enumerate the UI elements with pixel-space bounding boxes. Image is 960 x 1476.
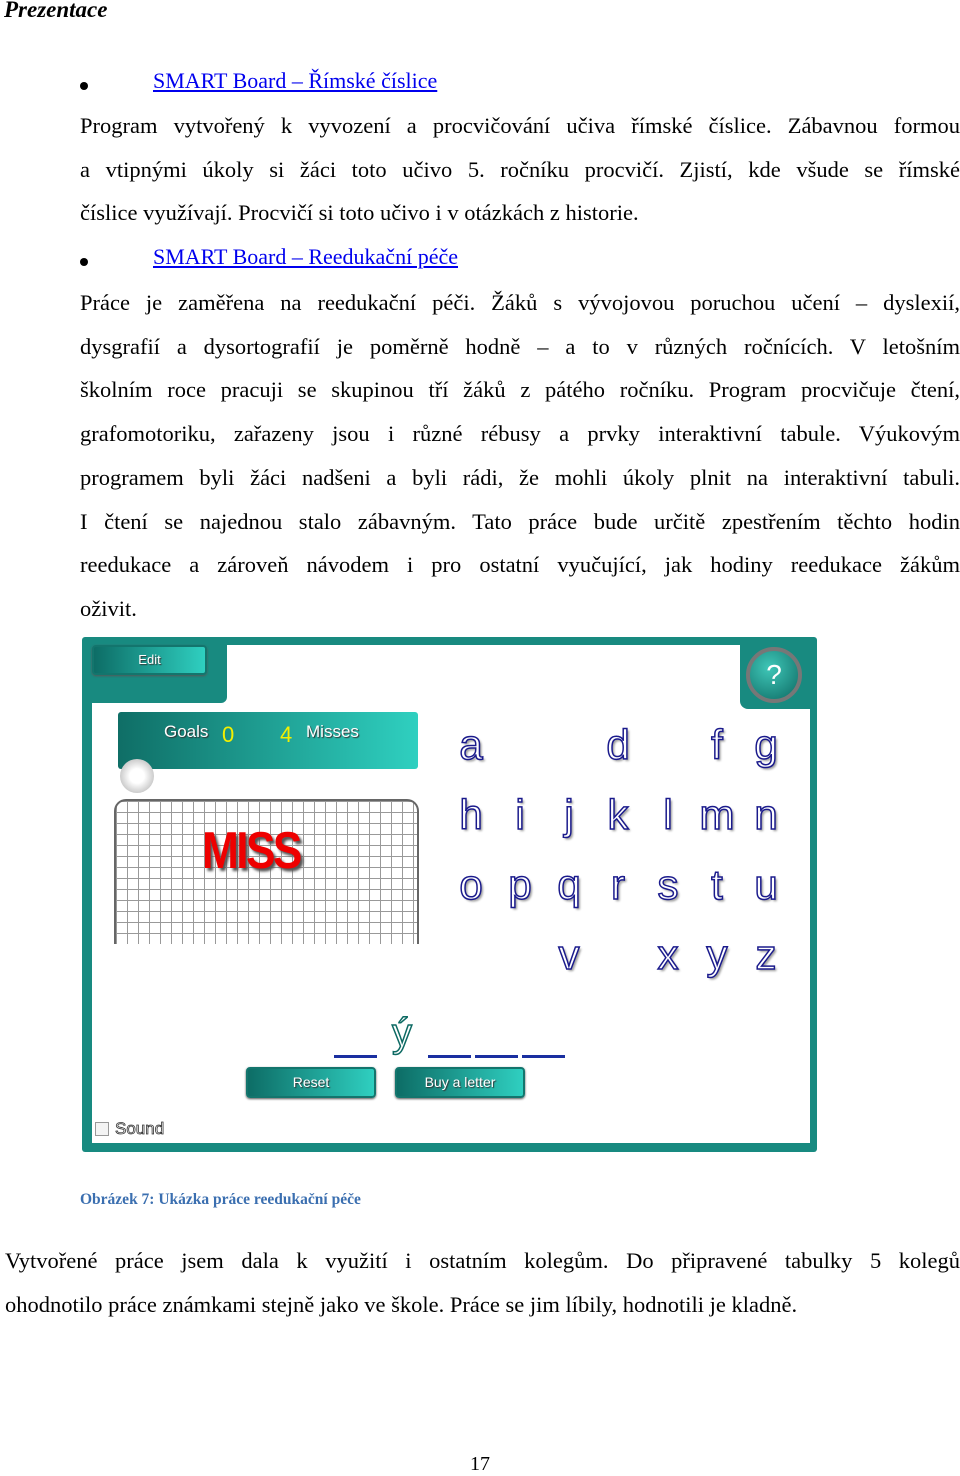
letter-key-g[interactable]: g	[746, 720, 786, 769]
letter-key-k[interactable]: k	[598, 790, 638, 839]
letter-key-z[interactable]: z	[746, 930, 786, 979]
letter-key-n[interactable]: n	[746, 790, 786, 839]
letter-key-a[interactable]: a	[451, 720, 491, 769]
letter-key-s[interactable]: s	[648, 860, 688, 909]
link-rimske-cislice[interactable]: SMART Board – Římské číslice	[153, 68, 437, 94]
revealed-letter: ý	[391, 1010, 413, 1056]
goals-count: 0	[222, 722, 235, 747]
paragraph-line: grafomotoriku, zařazeny jsou i různé réb…	[80, 421, 960, 447]
word-blank	[475, 1055, 518, 1058]
letter-key-t[interactable]: t	[697, 860, 737, 909]
paragraph-line: reedukace a zároveň návodem i pro ostatn…	[80, 552, 960, 578]
paragraph-line: školním roce pracuji se skupinou tří žák…	[80, 377, 960, 403]
edit-button[interactable]: Edit	[92, 645, 207, 675]
letter-key-j[interactable]: j	[549, 790, 589, 839]
paragraph-line: Vytvořené práce jsem dala k využití i os…	[5, 1248, 960, 1273]
misses-label: Misses	[306, 722, 359, 741]
paragraph-line: programem byli žáci nadšeni a byli rádi,…	[80, 464, 960, 490]
sound-label: Sound	[115, 1119, 165, 1139]
soccer-ball-icon	[120, 759, 154, 793]
miss-message: MISS	[202, 822, 302, 880]
paragraph-line: oživit.	[80, 595, 137, 621]
link-reedukacni-pece[interactable]: SMART Board – Reedukační péče	[153, 244, 458, 270]
paragraph-line: číslice využívají. Procvičí si toto učiv…	[80, 200, 639, 226]
game-screenshot: Edit ? Goals 0 4 Misses MISS a d fg hijklmn…	[82, 637, 817, 1152]
paragraph-line: ohodnotilo práce známkami stejně jako ve…	[5, 1291, 798, 1317]
letter-key-q[interactable]: q	[549, 860, 589, 909]
score-panel: Goals 0 4 Misses	[118, 712, 418, 769]
word-blank	[334, 1055, 377, 1058]
paragraph-line: dysgrafií a dysortografií je poměrně hod…	[80, 333, 960, 359]
paragraph-line: Práce je zaměřena na reedukační péči. Žá…	[80, 290, 960, 315]
bullet-icon	[80, 258, 88, 266]
buy-letter-button[interactable]: Buy a letter	[395, 1067, 525, 1098]
paragraph-line: a vtipnými úkoly si žáci toto učivo 5. r…	[80, 156, 960, 182]
letter-key-p[interactable]: p	[500, 860, 540, 909]
bullet-icon	[80, 82, 88, 90]
word-blank	[522, 1055, 565, 1058]
letter-key-h[interactable]: h	[451, 790, 491, 839]
sound-checkbox[interactable]	[95, 1122, 109, 1136]
page-number: 17	[470, 1453, 490, 1475]
letter-key-o[interactable]: o	[451, 860, 491, 909]
letter-key-m[interactable]: m	[697, 790, 737, 839]
figure-caption: Obrázek 7: Ukázka práce reedukační péče	[80, 1191, 361, 1208]
edit-tab: Edit	[92, 645, 227, 703]
help-tab: ?	[740, 645, 810, 709]
letter-key-x[interactable]: x	[648, 930, 688, 979]
letter-key-d[interactable]: d	[598, 720, 638, 769]
letter-key-i[interactable]: i	[500, 790, 540, 839]
letter-key-y[interactable]: y	[697, 930, 737, 979]
help-button[interactable]: ?	[746, 647, 802, 703]
section-heading: Prezentace	[4, 0, 108, 22]
goals-label: Goals	[164, 722, 209, 741]
word-blank	[428, 1055, 471, 1058]
letter-key-l[interactable]: l	[648, 790, 688, 839]
paragraph-line: I čtení se najednou stalo zábavným. Tato…	[80, 508, 960, 534]
reset-button[interactable]: Reset	[246, 1067, 376, 1098]
letter-key-u[interactable]: u	[746, 860, 786, 909]
paragraph-line: Program vytvořený k vyvození a procvičov…	[80, 113, 960, 138]
misses-count: 4	[280, 722, 293, 747]
sound-toggle[interactable]: Sound	[95, 1119, 165, 1139]
letter-key-v[interactable]: v	[549, 930, 589, 979]
letter-key-r[interactable]: r	[598, 860, 638, 909]
letter-key-f[interactable]: f	[697, 720, 737, 769]
